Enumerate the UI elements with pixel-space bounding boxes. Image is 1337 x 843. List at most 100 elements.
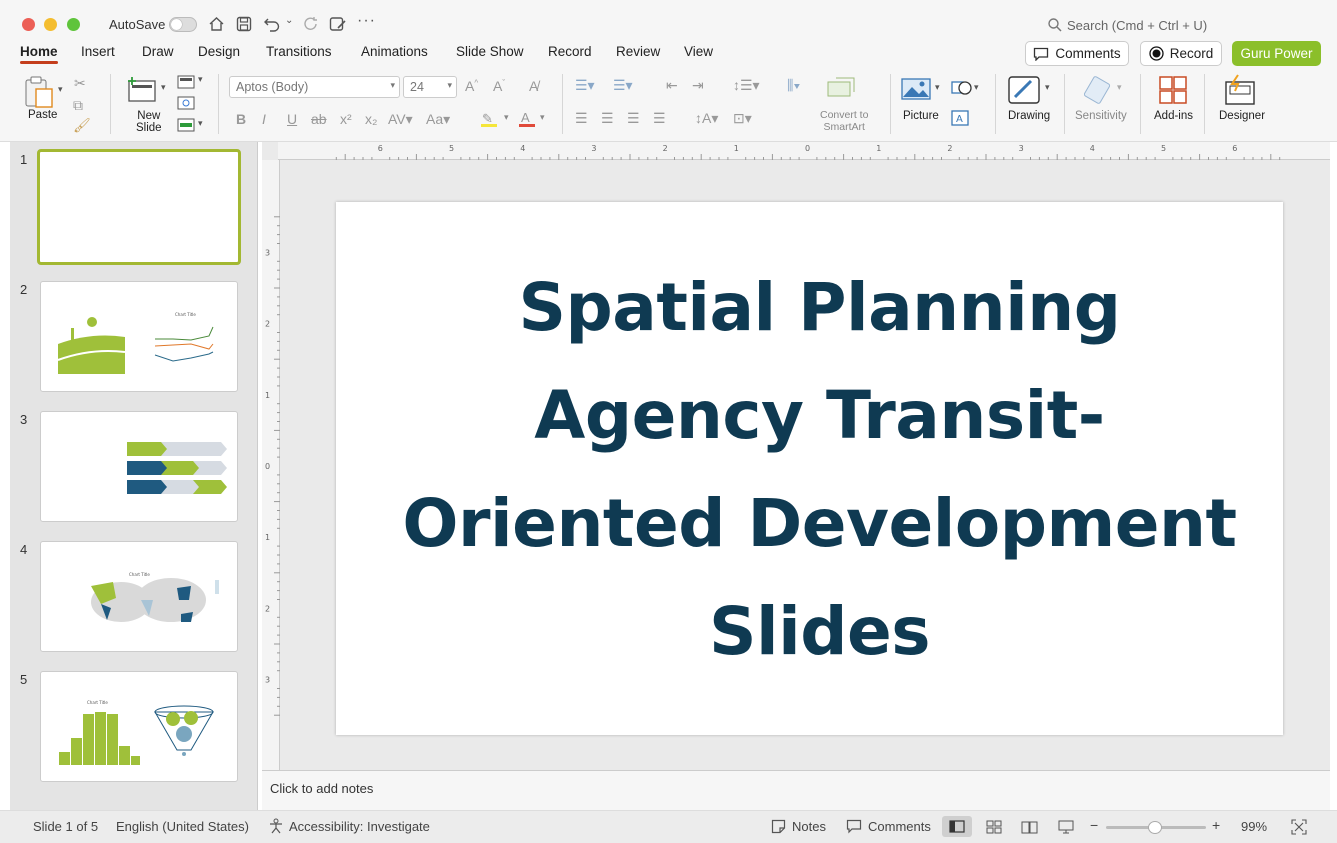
tab-insert[interactable]: Insert	[81, 44, 115, 59]
add-ins-icon[interactable]	[1158, 75, 1188, 105]
sensitivity-icon[interactable]	[1084, 75, 1114, 105]
increase-font-icon[interactable]: A^	[465, 78, 478, 94]
align-left-icon[interactable]: ☰	[575, 110, 588, 127]
slide-thumbnail-4[interactable]: Chart Title	[40, 541, 238, 652]
tab-transitions[interactable]: Transitions	[266, 44, 332, 59]
save-icon[interactable]	[236, 16, 252, 32]
align-text-icon[interactable]: ⊡▾	[733, 110, 752, 127]
tab-slide-show[interactable]: Slide Show	[456, 44, 524, 59]
zoom-slider[interactable]	[1106, 821, 1206, 834]
drawing-dropdown-icon[interactable]: ▾	[1045, 82, 1050, 93]
undo-dropdown-chevron-icon[interactable]: ⌄	[285, 15, 293, 26]
slide-title[interactable]: Spatial Planning Agency Transit- Oriente…	[376, 254, 1263, 686]
new-slide-dropdown-icon[interactable]: ▾	[161, 82, 166, 93]
more-options-icon[interactable]: ···	[357, 12, 376, 30]
line-spacing-icon[interactable]: ↕☰▾	[733, 77, 760, 94]
drawing-icon[interactable]	[1007, 75, 1043, 105]
change-case-icon[interactable]: Aa▾	[426, 111, 450, 128]
record-button[interactable]: Record	[1140, 41, 1222, 66]
section-icon[interactable]	[177, 118, 195, 132]
search-box[interactable]: Search (Cmd + Ctrl + U)	[1020, 14, 1280, 38]
clear-formatting-icon[interactable]: A̸	[529, 78, 538, 94]
text-direction-icon[interactable]: ↕A▾	[695, 110, 718, 127]
subscript-icon[interactable]: x₂	[365, 111, 377, 127]
paste-icon[interactable]	[24, 76, 54, 108]
font-size-combo[interactable]: 24 ▾	[403, 76, 457, 98]
align-right-icon[interactable]: ☰	[627, 110, 640, 127]
slide-thumbnail-2[interactable]: Chart Title	[40, 281, 238, 392]
notes-toggle-button[interactable]: Notes	[792, 819, 826, 834]
justify-icon[interactable]: ☰	[653, 110, 666, 127]
current-slide[interactable]: Spatial Planning Agency Transit- Oriente…	[336, 202, 1283, 735]
tab-animations[interactable]: Animations	[361, 44, 428, 59]
italic-icon[interactable]: I	[262, 111, 266, 127]
strikethrough-icon[interactable]: ab	[311, 111, 327, 127]
autosave-toggle[interactable]	[169, 17, 197, 32]
format-painter-icon[interactable]: 🖌	[73, 117, 91, 134]
designer-icon[interactable]	[1224, 74, 1258, 106]
minimize-window-button[interactable]	[44, 18, 57, 31]
sensitivity-dropdown-icon[interactable]: ▾	[1117, 82, 1122, 93]
customize-toolbar-icon[interactable]	[329, 16, 347, 32]
slide-thumbnail-3[interactable]	[40, 411, 238, 522]
layout-dropdown-icon[interactable]: ▾	[198, 74, 203, 85]
tab-view[interactable]: View	[684, 44, 713, 59]
tab-draw[interactable]: Draw	[142, 44, 174, 59]
guru-power-button[interactable]: Guru Power	[1232, 41, 1321, 66]
smartart-icon[interactable]	[826, 76, 858, 100]
undo-icon[interactable]	[263, 16, 281, 32]
comments-button[interactable]: Comments	[1025, 41, 1129, 66]
close-window-button[interactable]	[22, 18, 35, 31]
slide-thumbnail-5[interactable]: Chart Title	[40, 671, 238, 782]
font-color-icon[interactable]: A	[518, 110, 536, 128]
language-status[interactable]: English (United States)	[116, 819, 249, 834]
layout-icon[interactable]	[177, 75, 195, 89]
zoom-out-button[interactable]: −	[1090, 817, 1098, 833]
picture-icon[interactable]	[901, 77, 931, 101]
accessibility-status[interactable]: Accessibility: Investigate	[289, 819, 430, 834]
tab-record[interactable]: Record	[548, 44, 592, 59]
underline-icon[interactable]: U	[287, 111, 297, 127]
new-slide-icon[interactable]	[126, 76, 158, 102]
font-name-combo[interactable]: Aptos (Body) ▾	[229, 76, 400, 98]
slide-sorter-icon[interactable]	[986, 820, 1002, 834]
align-center-icon[interactable]: ☰	[601, 110, 614, 127]
slide-thumbnails-panel[interactable]: 1 2 Chart Title 3 4 Chart Title 5 Chart …	[10, 142, 258, 810]
fit-to-window-icon[interactable]	[1291, 819, 1307, 835]
notes-pane[interactable]: Click to add notes	[262, 770, 1330, 810]
cut-icon[interactable]: ✂	[74, 75, 86, 92]
comments-toggle-button[interactable]: Comments	[868, 819, 931, 834]
bullets-icon[interactable]: ☰▾	[575, 77, 595, 94]
text-box-icon[interactable]: A	[951, 110, 969, 126]
highlight-icon[interactable]: ✎	[480, 110, 498, 128]
slide-thumbnail-1[interactable]	[37, 149, 241, 265]
tab-review[interactable]: Review	[616, 44, 660, 59]
font-color-dropdown-icon[interactable]: ▾	[540, 112, 545, 123]
decrease-font-icon[interactable]: Aˇ	[493, 78, 505, 94]
home-icon[interactable]	[208, 16, 225, 32]
superscript-icon[interactable]: x²	[340, 111, 352, 127]
paste-dropdown-icon[interactable]: ▾	[58, 84, 63, 95]
columns-icon[interactable]: ⫼▾	[787, 77, 800, 94]
section-dropdown-icon[interactable]: ▾	[198, 118, 203, 129]
copy-icon[interactable]: ⧉	[73, 97, 83, 114]
shapes-dropdown-icon[interactable]: ▾	[974, 82, 979, 93]
zoom-window-button[interactable]	[67, 18, 80, 31]
bold-icon[interactable]: B	[236, 111, 246, 127]
tab-home[interactable]: Home	[20, 44, 58, 64]
redo-icon[interactable]	[303, 16, 319, 32]
shapes-icon[interactable]	[951, 79, 973, 97]
slide-show-icon[interactable]	[1058, 820, 1074, 834]
picture-dropdown-icon[interactable]: ▾	[935, 82, 940, 93]
numbering-icon[interactable]: ☰▾	[613, 77, 633, 94]
reset-icon[interactable]	[177, 96, 195, 110]
character-spacing-icon[interactable]: AV▾	[388, 111, 413, 128]
increase-indent-icon[interactable]: ⇥	[692, 77, 704, 94]
zoom-level[interactable]: 99%	[1241, 819, 1267, 834]
zoom-slider-thumb[interactable]	[1148, 821, 1162, 834]
normal-view-button[interactable]	[942, 816, 972, 837]
reading-view-icon[interactable]	[1021, 820, 1038, 834]
tab-design[interactable]: Design	[198, 44, 240, 59]
highlight-dropdown-icon[interactable]: ▾	[504, 112, 509, 123]
decrease-indent-icon[interactable]: ⇤	[666, 77, 678, 94]
